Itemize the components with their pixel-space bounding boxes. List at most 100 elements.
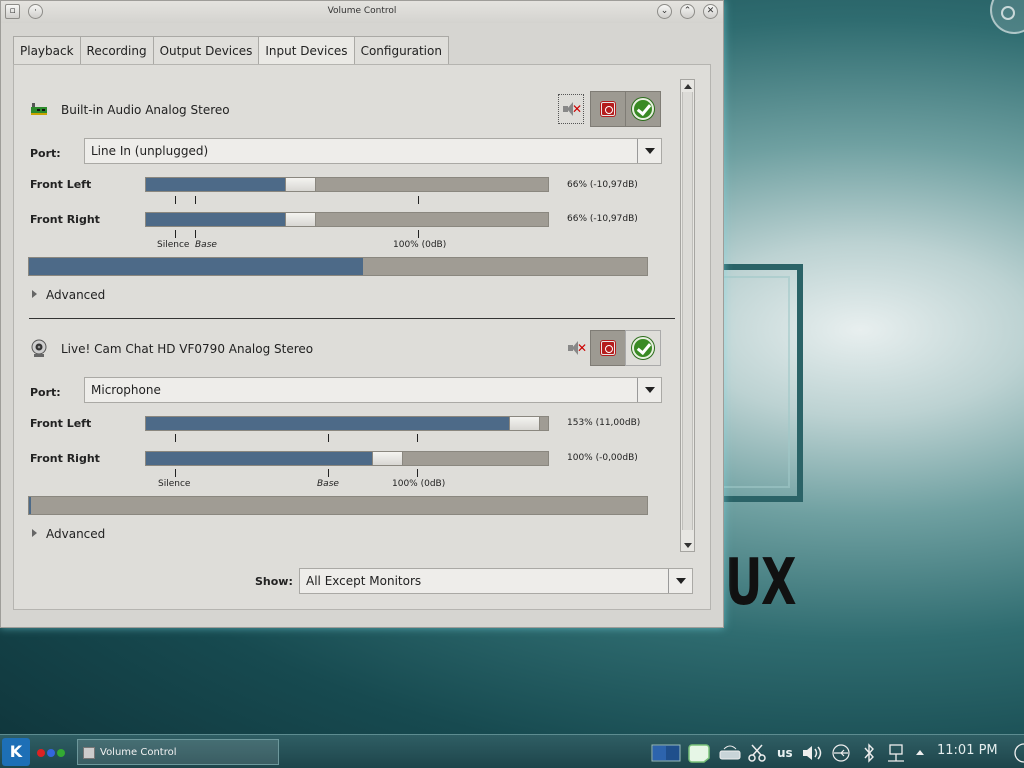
scale-tick-full [417, 469, 418, 477]
port-select[interactable]: Line In (unplugged) [84, 138, 662, 164]
port-select[interactable]: Microphone [84, 377, 662, 403]
panel-toolbox-icon[interactable] [1006, 743, 1024, 763]
channel-value-front-right: 66% (-10,97dB) [567, 214, 638, 224]
volume-slider-front-right[interactable] [145, 212, 549, 227]
lock-channels-button[interactable] [590, 330, 626, 366]
checkmark-icon [632, 98, 654, 120]
advanced-expander[interactable]: Advanced [32, 527, 105, 541]
volume-slider-front-left[interactable] [145, 416, 549, 431]
taskbar-task-volume-control[interactable]: Volume Control [77, 739, 279, 765]
green-dot-icon [57, 749, 65, 757]
advanced-label: Advanced [46, 527, 106, 541]
scale-tick-full [418, 196, 419, 204]
channel-value-front-left: 153% (11,00dB) [567, 418, 641, 428]
scale-tick-silence [175, 230, 176, 238]
advanced-label: Advanced [46, 288, 106, 302]
volume-control-window: ▫ · Volume Control ⌄ ⌃ ✕ Playback Record… [0, 0, 724, 628]
peak-meter-fill [29, 497, 31, 514]
mute-toggle-button[interactable]: ✕ [558, 330, 594, 366]
scale-tick-base [195, 230, 196, 238]
peak-meter [28, 496, 648, 515]
show-filter-select[interactable]: All Except Monitors [299, 568, 693, 594]
scale-label-silence: Silence [158, 479, 191, 489]
scale-tick-full [418, 230, 419, 238]
show-label: Show: [255, 575, 293, 588]
volume-slider-front-left[interactable] [145, 177, 549, 192]
volume-control-app-icon [83, 747, 95, 759]
stop-icon [601, 341, 615, 355]
device-header: Built-in Audio Analog Stereo ✕ [15, 91, 661, 131]
chevron-down-icon [668, 569, 692, 593]
channel-label-front-right: Front Right [30, 452, 100, 465]
speaker-muted-icon: ✕ [562, 101, 582, 117]
device-notifier-icon[interactable] [718, 743, 742, 763]
scale-label-full: 100% (0dB) [392, 479, 446, 489]
clock[interactable]: 11:01 PM [937, 743, 998, 758]
channel-label-front-left: Front Left [30, 417, 92, 430]
set-default-button[interactable] [625, 330, 661, 366]
port-value: Line In (unplugged) [91, 144, 209, 158]
volume-icon[interactable] [801, 743, 825, 763]
scale-tick-full [417, 434, 418, 442]
tab-output-devices[interactable]: Output Devices [152, 36, 260, 65]
expand-tray-icon[interactable] [913, 743, 927, 763]
stop-icon [601, 102, 615, 116]
desktop-watermark: UX [725, 546, 797, 620]
scale-tick-base [328, 434, 329, 442]
slider-handle[interactable] [284, 212, 316, 227]
tab-playback[interactable]: Playback [13, 36, 81, 65]
scale-label-base: Base [317, 479, 339, 489]
advanced-expander[interactable]: Advanced [32, 288, 105, 302]
set-default-button[interactable] [625, 91, 661, 127]
scissors-icon[interactable] [747, 743, 767, 763]
scrollbar-thumb[interactable] [682, 92, 693, 530]
bluetooth-icon[interactable] [860, 743, 878, 763]
slider-handle[interactable] [284, 177, 316, 192]
channel-value-front-left: 66% (-10,97dB) [567, 180, 638, 190]
tab-recording[interactable]: Recording [79, 36, 154, 65]
chevron-down-icon [637, 378, 661, 402]
device-name: Built-in Audio Analog Stereo [61, 103, 230, 117]
desktop-toolbox-icon[interactable] [990, 0, 1024, 34]
expander-arrow-icon [32, 290, 37, 298]
keyboard-layout-indicator[interactable]: us [777, 746, 793, 766]
port-value: Microphone [91, 383, 161, 397]
device-separator [29, 318, 675, 319]
scale-tick-silence [175, 434, 176, 442]
red-dot-icon [37, 749, 45, 757]
device-name: Live! Cam Chat HD VF0790 Analog Stereo [61, 342, 314, 356]
device-webcam-mic: Live! Cam Chat HD VF0790 Analog Stereo ✕… [15, 330, 662, 555]
device-builtin-audio: Built-in Audio Analog Stereo ✕ Port: Lin… [15, 91, 662, 316]
sound-card-icon [31, 103, 47, 115]
slider-fill [146, 417, 540, 430]
vertical-scrollbar[interactable] [680, 79, 695, 552]
show-filter-value: All Except Monitors [306, 574, 422, 588]
blue-dot-icon [47, 749, 55, 757]
desktop-decoration-inner [724, 276, 790, 488]
lock-channels-button[interactable] [590, 91, 626, 127]
minimize-button[interactable]: ⌄ [657, 4, 672, 19]
tab-configuration[interactable]: Configuration [353, 36, 449, 65]
close-button[interactable]: ✕ [703, 4, 718, 19]
peak-meter-fill [29, 258, 363, 275]
tab-input-devices[interactable]: Input Devices [258, 36, 355, 65]
application-launcher-icon[interactable]: K [2, 738, 30, 766]
pager-icon[interactable] [651, 743, 681, 763]
slider-fill [146, 452, 404, 465]
peak-meter [28, 257, 648, 276]
scroll-up-icon[interactable] [681, 80, 694, 92]
klipper-clipboard-icon[interactable] [688, 743, 712, 763]
checkmark-icon [632, 337, 654, 359]
network-icon[interactable] [885, 743, 907, 763]
slider-handle[interactable] [372, 451, 404, 466]
activity-switcher[interactable] [37, 749, 65, 757]
usb-icon[interactable] [830, 743, 852, 763]
scroll-down-icon[interactable] [681, 539, 694, 551]
mute-toggle-button[interactable]: ✕ [558, 94, 584, 124]
channel-label-front-right: Front Right [30, 213, 100, 226]
maximize-button[interactable]: ⌃ [680, 4, 695, 19]
title-bar[interactable]: ▫ · Volume Control ⌄ ⌃ ✕ [1, 1, 723, 23]
slider-handle[interactable] [508, 416, 540, 431]
tab-bar: Playback Recording Output Devices Input … [13, 36, 449, 65]
volume-slider-front-right[interactable] [145, 451, 549, 466]
